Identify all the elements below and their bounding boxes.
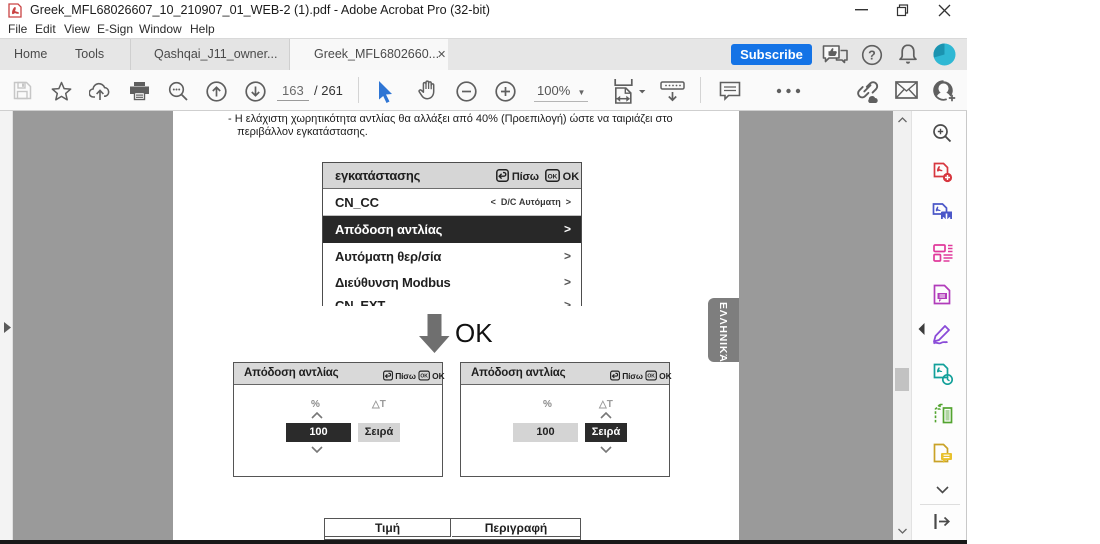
svg-text:OK: OK [547,173,557,180]
svg-text:?: ? [868,49,876,63]
svg-text:OK: OK [420,374,428,380]
svg-text:OK: OK [647,374,655,380]
